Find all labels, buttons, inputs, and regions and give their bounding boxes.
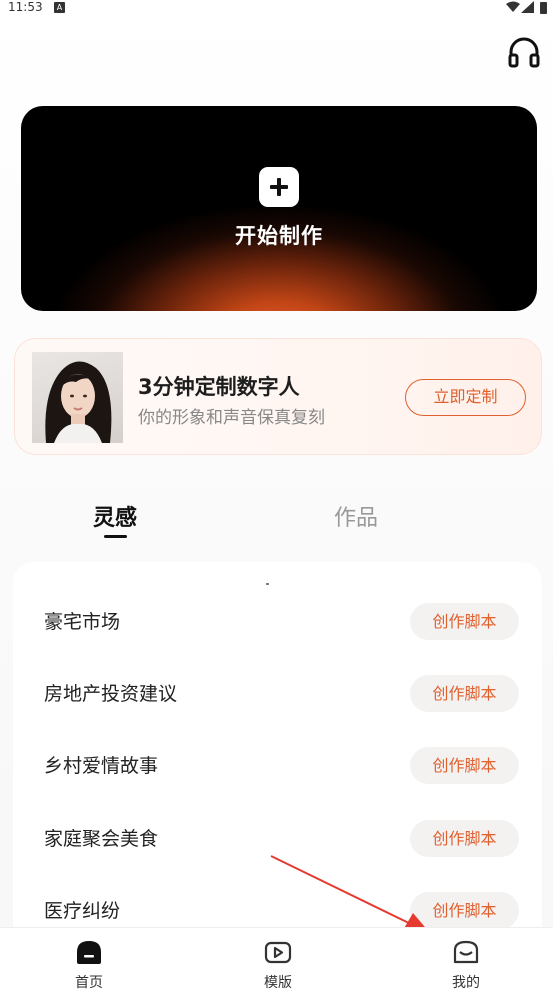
tab-active-indicator: [104, 535, 127, 538]
list-item: 乡村爱情故事 创作脚本: [13, 747, 542, 819]
list-item: 家庭聚会美食 创作脚本: [13, 820, 542, 892]
nav-mine[interactable]: 我的: [426, 928, 506, 990]
create-script-button[interactable]: 创作脚本: [410, 603, 519, 640]
list-item: 房地产投资建议 创作脚本: [13, 675, 542, 747]
signal-icon: [521, 1, 534, 13]
list-item-label: 家庭聚会美食: [44, 828, 159, 850]
notification-icon: A: [54, 2, 65, 13]
mailbox-icon: [453, 940, 479, 964]
status-bar: 11:53 A: [0, 0, 553, 18]
create-script-button[interactable]: 创作脚本: [410, 675, 519, 712]
plus-icon: [259, 167, 299, 207]
scroll-indicator: [266, 583, 269, 585]
nav-templates-label: 模版: [264, 975, 292, 990]
list-item-label: 房地产投资建议: [44, 683, 178, 705]
nav-mine-label: 我的: [452, 975, 480, 990]
list-item-label: 医疗纠纷: [44, 900, 121, 922]
customize-now-button[interactable]: 立即定制: [405, 379, 526, 416]
avatar: [32, 352, 123, 443]
tab-works[interactable]: 作品: [334, 500, 378, 532]
list-item: 豪宅市场 创作脚本: [13, 603, 542, 675]
list-item-label: 乡村爱情故事: [44, 755, 159, 777]
battery-icon: [540, 2, 547, 14]
headset-icon[interactable]: [505, 34, 543, 72]
create-script-button[interactable]: 创作脚本: [410, 892, 519, 929]
tab-inspiration[interactable]: 灵感: [93, 500, 137, 532]
create-script-button[interactable]: 创作脚本: [410, 747, 519, 784]
nav-templates[interactable]: 模版: [238, 928, 318, 990]
home-icon: [77, 941, 101, 964]
custom-card-subtitle: 你的形象和声音保真复刻: [138, 408, 325, 428]
nav-home-label: 首页: [75, 975, 103, 990]
start-create-card[interactable]: 开始制作: [21, 106, 537, 311]
create-script-button[interactable]: 创作脚本: [410, 820, 519, 857]
video-template-icon: [264, 941, 292, 964]
bottom-nav: 首页 模版 我的: [0, 927, 553, 990]
custom-digital-human-card[interactable]: 3分钟定制数字人 你的形象和声音保真复刻 立即定制: [14, 338, 542, 455]
nav-home[interactable]: 首页: [49, 928, 129, 990]
status-time: 11:53: [8, 0, 43, 14]
wifi-icon: [506, 1, 520, 12]
custom-card-title: 3分钟定制数字人: [138, 375, 300, 399]
list-item-label: 豪宅市场: [44, 611, 121, 633]
start-create-title: 开始制作: [235, 224, 323, 248]
